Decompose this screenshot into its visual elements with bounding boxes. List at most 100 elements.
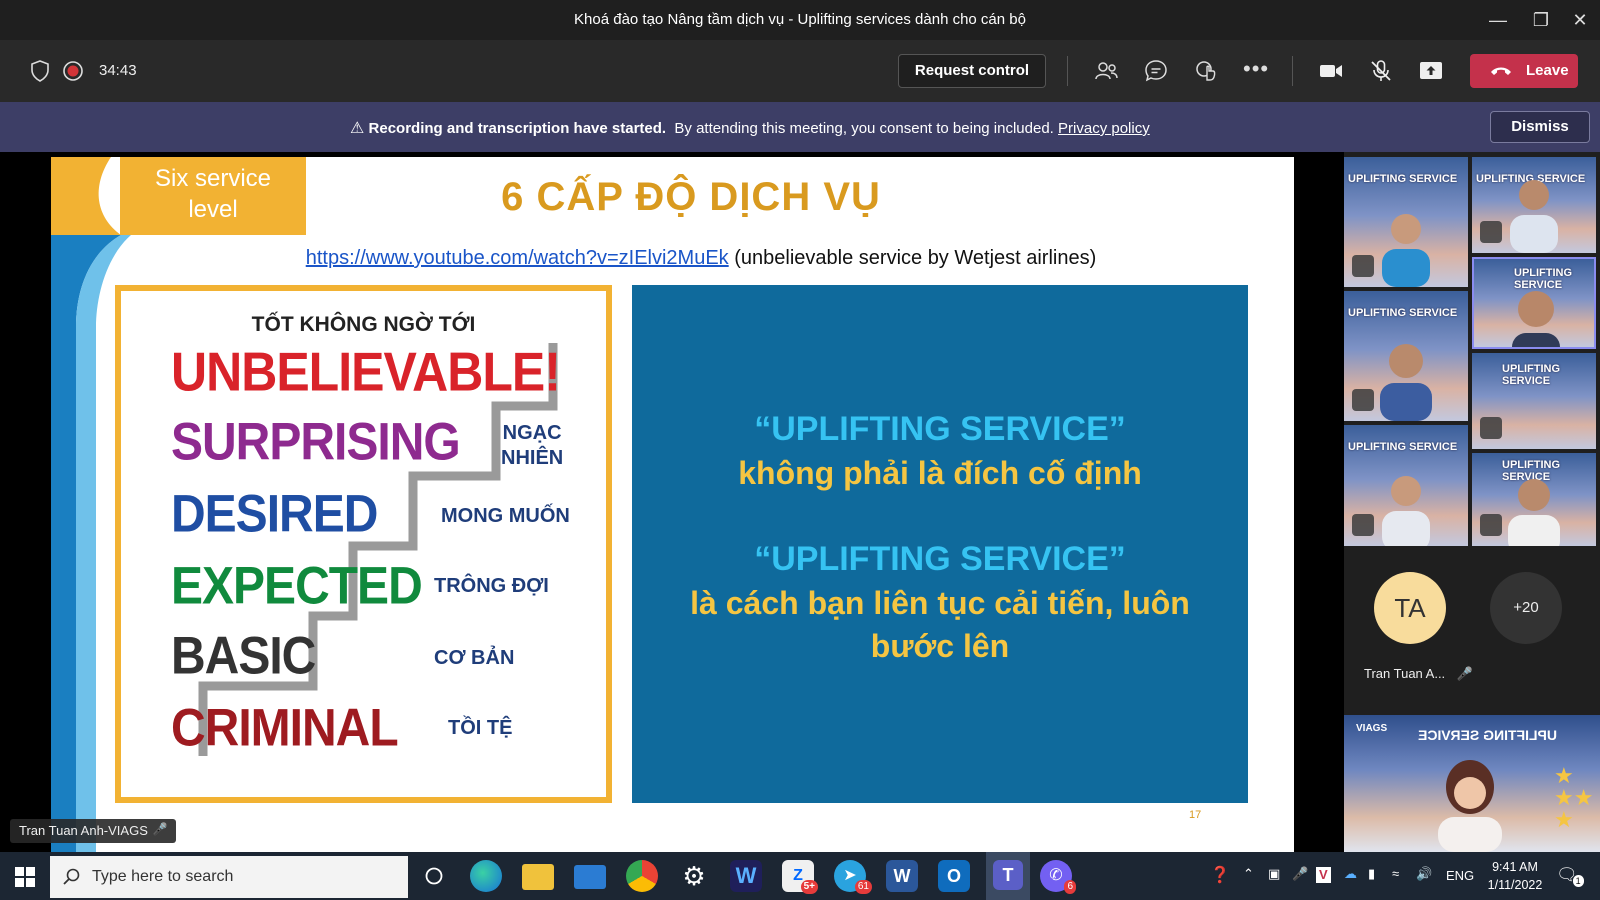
youtube-link[interactable]: https://www.youtube.com/watch?v=zIElvi2M… [306,247,729,269]
six-service-level-label: Six service level [120,157,306,235]
banner-text: By attending this meeting, you consent t… [674,120,1054,137]
mic-muted-icon: 🎤 [1456,666,1473,681]
outlook-icon[interactable]: O [938,860,970,892]
camera-icon[interactable] [1318,58,1344,84]
teams-icon: T [993,860,1023,890]
mic-muted-icon[interactable] [1368,58,1394,84]
recording-icon [63,61,83,81]
search-placeholder: Type here to search [92,868,234,885]
chrome-icon[interactable] [626,860,658,892]
banner-bold-text: Recording and transcription have started… [368,120,667,137]
settings-gear-icon[interactable]: ⚙ [678,860,710,892]
participant-video-tile-active[interactable]: UPLIFTING SERVICE [1472,257,1596,349]
slide-page-number: 17 [1189,809,1202,821]
reactions-icon[interactable] [1193,58,1219,84]
close-icon[interactable]: ✕ [1560,6,1600,34]
service-ladder-box: TỐT KHÔNG NGỜ TỚI UNBELIEVABLE! SURPRISI… [115,285,612,803]
mic-muted-icon: 🎤 [152,822,168,836]
level-basic-vi: CƠ BẢN [434,647,515,669]
cortana-icon[interactable] [424,866,444,886]
mail-icon[interactable] [574,865,606,889]
mic-muted-icon [1480,514,1502,536]
leave-label: Leave [1526,62,1569,79]
level-expected: EXPECTED [171,557,423,616]
level-surprising-vi: NGẠC NHIÊN [501,421,563,471]
slide-title: 6 CẤP ĐỘ DỊCH VỤ [501,175,881,219]
more-options-icon[interactable]: ••• [1243,58,1269,84]
participant-person [1380,344,1432,421]
minimize-icon[interactable]: — [1478,6,1518,34]
shield-icon [31,60,49,82]
tile-banner-text: UPLIFTING SERVICE [1502,363,1561,387]
avatar[interactable]: TA [1374,572,1446,644]
antivirus-icon[interactable]: V [1316,867,1331,883]
taskbar-search-box[interactable]: Type here to search [50,856,408,898]
teams-taskbar-item[interactable]: T [986,852,1030,900]
participant-video-tile[interactable]: UPLIFTING SERVICE [1472,157,1596,253]
chat-icon[interactable] [1143,58,1169,84]
webex-icon[interactable]: W [730,860,762,892]
mic-muted-icon [1352,255,1374,277]
recording-banner: ⚠ Recording and transcription have start… [0,102,1600,152]
self-video-tile[interactable]: VIAGS UPLIFTING SERVICE ★ ★★ ★ [1344,715,1600,852]
more-participants-button[interactable]: +20 [1490,572,1562,644]
tile-banner-text: UPLIFTING SERVICE [1348,173,1458,185]
participant-person [1382,476,1430,546]
windows-taskbar: Type here to search ⚙ W Z 5+ ➤ 61 W O T … [0,852,1600,900]
presenter-name-label: Tran Tuan Anh-VIAGS 🎤 [10,819,176,843]
word-icon[interactable]: W [886,860,918,892]
phone-hangup-icon [1491,67,1511,75]
viber-icon[interactable]: ✆ 6 [1040,860,1076,894]
microphone-icon[interactable]: 🎤 [1292,866,1308,882]
volume-icon[interactable]: 🔊 [1416,866,1432,882]
mic-muted-icon [1352,514,1374,536]
windows-start-icon[interactable] [15,867,35,887]
file-explorer-icon[interactable] [522,864,554,890]
search-icon [63,868,80,885]
participant-video-tile[interactable]: UPLIFTING SERVICE [1344,291,1468,421]
level-desired-vi: MONG MUỐN [441,505,570,527]
share-screen-icon[interactable] [1418,58,1444,84]
battery-icon[interactable]: ▮ [1368,866,1375,882]
window-title: Khoá đào tạo Nâng tầm dịch vụ - Upliftin… [574,11,1026,28]
participant-video-tile[interactable]: UPLIFTING SERVICE [1344,425,1468,546]
participant-person [1508,479,1560,546]
privacy-policy-link[interactable]: Privacy policy [1058,120,1150,137]
restore-icon[interactable]: ❐ [1521,6,1561,34]
level-unbelievable: UNBELIEVABLE! [171,341,561,403]
telegram-icon[interactable]: ➤ 61 [834,860,872,894]
panel-text-2-line1: là cách bạn liên tục cải tiến, luôn [690,585,1190,621]
chevron-up-icon[interactable]: ⌃ [1243,866,1254,882]
help-icon[interactable]: ❓ [1210,865,1230,885]
level-desired: DESIRED [171,485,378,544]
dismiss-button[interactable]: Dismiss [1490,111,1590,143]
edge-icon[interactable] [470,860,502,892]
clock-time: 9:41 AM [1492,860,1538,874]
avatar-name: Tran Tuan A... 🎤 [1364,666,1473,682]
clock[interactable]: 9:41 AM 1/11/2022 [1482,858,1548,894]
participant-video-tile[interactable]: UPLIFTING SERVICE [1472,353,1596,449]
level-basic: BASIC [171,627,316,686]
participant-video-tile[interactable]: UPLIFTING SERVICE [1344,157,1468,287]
onedrive-icon[interactable]: ☁ [1344,866,1357,882]
uplifting-service-panel: “UPLIFTING SERVICE” không phải là đích c… [632,285,1248,803]
warning-icon: ⚠ [350,120,365,137]
wifi-icon[interactable]: ≈ [1392,866,1399,881]
surprising-vi-line2: NHIÊN [501,447,564,469]
level-expected-vi: TRÔNG ĐỢI [434,575,549,597]
slide-link-line: https://www.youtube.com/watch?v=zIElvi2M… [151,247,1251,270]
zalo-icon[interactable]: Z 5+ [782,860,818,894]
people-icon[interactable] [1093,58,1119,84]
notifications-icon[interactable]: 🗨 1 [1556,865,1584,887]
toolbar-divider [1292,56,1293,86]
viber-badge: 6 [1064,880,1076,894]
meet-now-icon[interactable]: ▣ [1268,866,1280,882]
leave-button[interactable]: Leave [1470,54,1578,88]
shared-content-stage: Six service level 6 CẤP ĐỘ DỊCH VỤ https… [0,152,1344,852]
mic-muted-icon [1352,389,1374,411]
participant-video-tile[interactable]: UPLIFTING SERVICE [1472,453,1596,546]
request-control-button[interactable]: Request control [898,54,1046,88]
language-indicator[interactable]: ENG [1446,868,1474,883]
participant-person [1438,760,1502,852]
participant-person [1382,214,1430,287]
